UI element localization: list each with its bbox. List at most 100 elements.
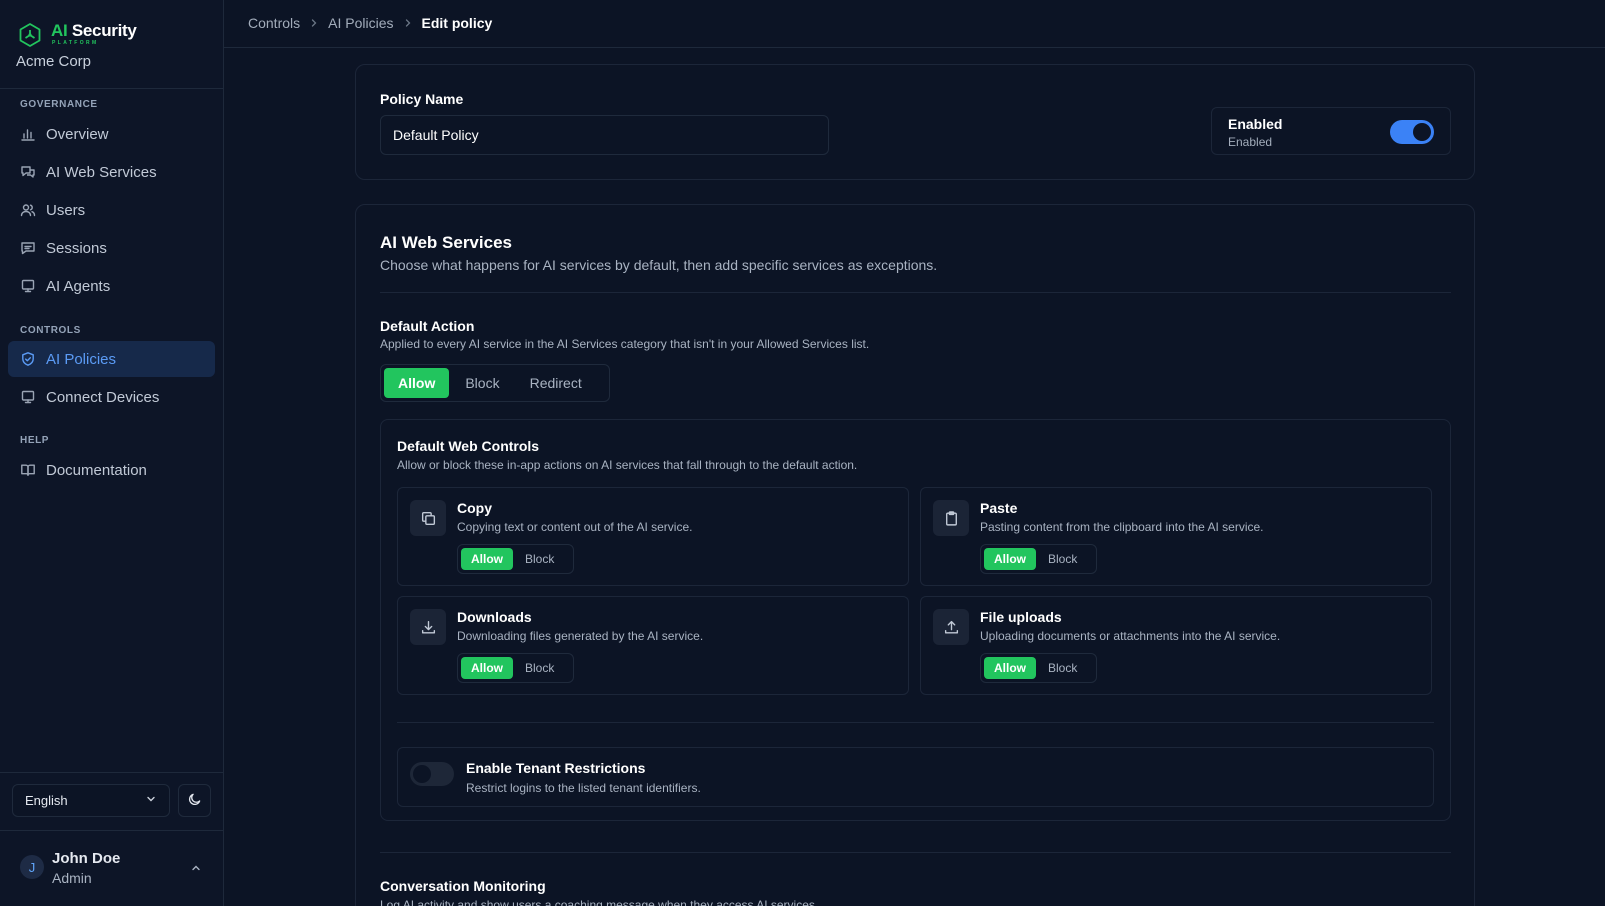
policy-name-card: Policy Name Default Policy Enabled Enabl…	[355, 64, 1475, 180]
paste-block-option[interactable]: Block	[1038, 548, 1087, 570]
book-open-icon	[20, 462, 36, 478]
sidebar-item-connect-devices[interactable]: Connect Devices	[8, 379, 215, 415]
default-action-segmented: Allow Block Redirect	[380, 364, 610, 402]
breadcrumb-controls[interactable]: Controls	[248, 15, 300, 31]
control-description: Pasting content from the clipboard into …	[980, 520, 1264, 534]
conversation-monitoring-title: Conversation Monitoring	[380, 878, 546, 894]
sidebar-item-ai-web-services[interactable]: AI Web Services	[8, 154, 215, 190]
web-controls-title: Default Web Controls	[397, 438, 540, 454]
toggle-knob	[413, 765, 431, 783]
file-uploads-allow-option[interactable]: Allow	[984, 657, 1036, 679]
chevron-right-icon	[308, 17, 320, 29]
sidebar-item-users[interactable]: Users	[8, 192, 215, 228]
sidebar-item-documentation[interactable]: Documentation	[8, 452, 215, 488]
users-icon	[20, 202, 36, 218]
downloads-allow-block-segmented: Allow Block	[457, 653, 574, 683]
enabled-toggle[interactable]	[1390, 120, 1434, 144]
clipboard-icon	[933, 500, 969, 536]
avatar: J	[20, 855, 44, 879]
downloads-block-option[interactable]: Block	[515, 657, 564, 679]
paste-allow-option[interactable]: Allow	[984, 548, 1036, 570]
sidebar-item-overview[interactable]: Overview	[8, 116, 215, 152]
control-title: Paste	[980, 500, 1018, 516]
default-web-controls-panel: Default Web Controls Allow or block thes…	[380, 419, 1451, 821]
sidebar-item-label: Documentation	[46, 461, 147, 479]
chat-bubbles-icon	[20, 164, 36, 180]
theme-toggle-button[interactable]	[178, 784, 211, 817]
brand-subtitle: PLATFORM	[52, 40, 99, 46]
shield-check-icon	[20, 351, 36, 367]
default-action-block[interactable]: Block	[451, 368, 513, 398]
sidebar-item-ai-agents[interactable]: AI Agents	[8, 268, 215, 304]
copy-icon	[410, 500, 446, 536]
section-label-governance: GOVERNANCE	[20, 99, 98, 110]
copy-allow-block-segmented: Allow Block	[457, 544, 574, 574]
tenant-title: Enable Tenant Restrictions	[466, 760, 646, 776]
download-icon	[410, 609, 446, 645]
default-action-redirect[interactable]: Redirect	[516, 368, 596, 398]
sidebar-item-sessions[interactable]: Sessions	[8, 230, 215, 266]
sidebar-item-label: Connect Devices	[46, 388, 160, 406]
upload-icon	[933, 609, 969, 645]
chevron-down-icon	[145, 793, 157, 808]
web-controls-description: Allow or block these in-app actions on A…	[397, 458, 858, 472]
toggle-knob	[1413, 123, 1431, 141]
control-paste: Paste Pasting content from the clipboard…	[920, 487, 1432, 586]
section-description: Choose what happens for AI services by d…	[380, 257, 938, 273]
enabled-title: Enabled	[1228, 116, 1283, 132]
control-copy: Copy Copying text or content out of the …	[397, 487, 909, 586]
control-description: Uploading documents or attachments into …	[980, 629, 1281, 643]
control-description: Downloading files generated by the AI se…	[457, 629, 704, 643]
org-name: Acme Corp	[16, 53, 92, 70]
breadcrumb: Controls AI Policies Edit policy	[248, 15, 492, 31]
section-title: AI Web Services	[380, 233, 512, 252]
monitor-icon	[20, 278, 36, 294]
tenant-description: Restrict logins to the listed tenant ide…	[466, 781, 701, 795]
control-title: File uploads	[980, 609, 1062, 625]
message-square-icon	[20, 240, 36, 256]
section-label-help: HELP	[20, 435, 50, 446]
language-value: English	[25, 793, 68, 808]
section-label-controls: CONTROLS	[20, 325, 81, 336]
hexagon-logo-icon	[18, 22, 42, 48]
file-uploads-allow-block-segmented: Allow Block	[980, 653, 1097, 683]
default-action-description: Applied to every AI service in the AI Se…	[380, 337, 870, 351]
default-action-title: Default Action	[380, 318, 475, 334]
moon-icon	[187, 792, 202, 810]
sidebar-item-label: Sessions	[46, 239, 107, 257]
control-title: Downloads	[457, 609, 532, 625]
sidebar-item-label: AI Policies	[46, 350, 117, 368]
sidebar-item-label: Overview	[46, 125, 109, 143]
file-uploads-block-option[interactable]: Block	[1038, 657, 1087, 679]
control-title: Copy	[457, 500, 492, 516]
tenant-restrictions-toggle[interactable]	[410, 762, 454, 786]
enabled-subtitle: Enabled	[1228, 135, 1273, 149]
ai-web-services-card: AI Web Services Choose what happens for …	[355, 204, 1475, 906]
policy-name-value: Default Policy	[393, 127, 479, 143]
control-file-uploads: File uploads Uploading documents or atta…	[920, 596, 1432, 695]
sidebar-item-ai-policies[interactable]: AI Policies	[8, 341, 215, 377]
divider	[0, 88, 224, 89]
tenant-restrictions-row: Enable Tenant Restrictions Restrict logi…	[397, 747, 1434, 807]
monitor-icon	[20, 389, 36, 405]
downloads-allow-option[interactable]: Allow	[461, 657, 513, 679]
sidebar-item-label: AI Web Services	[46, 163, 157, 181]
bar-chart-icon	[20, 126, 36, 142]
sidebar-item-label: Users	[46, 201, 86, 219]
breadcrumb-ai-policies[interactable]: AI Policies	[328, 15, 393, 31]
copy-block-option[interactable]: Block	[515, 548, 564, 570]
control-description: Copying text or content out of the AI se…	[457, 520, 693, 534]
divider	[380, 292, 1451, 293]
user-role: Admin	[52, 870, 92, 886]
copy-allow-option[interactable]: Allow	[461, 548, 513, 570]
default-action-allow[interactable]: Allow	[384, 368, 450, 398]
conversation-monitoring-description: Log AI activity and show users a coachin…	[380, 898, 819, 906]
language-select[interactable]: English	[12, 784, 170, 817]
brand-title: AI Security	[51, 21, 137, 40]
user-menu[interactable]: J John Doe Admin	[0, 835, 224, 906]
chevron-up-icon	[190, 861, 202, 873]
policy-name-input[interactable]: Default Policy	[380, 115, 829, 155]
chevron-right-icon	[402, 17, 414, 29]
divider	[0, 772, 224, 773]
top-bar: Controls AI Policies Edit policy	[224, 0, 1605, 48]
